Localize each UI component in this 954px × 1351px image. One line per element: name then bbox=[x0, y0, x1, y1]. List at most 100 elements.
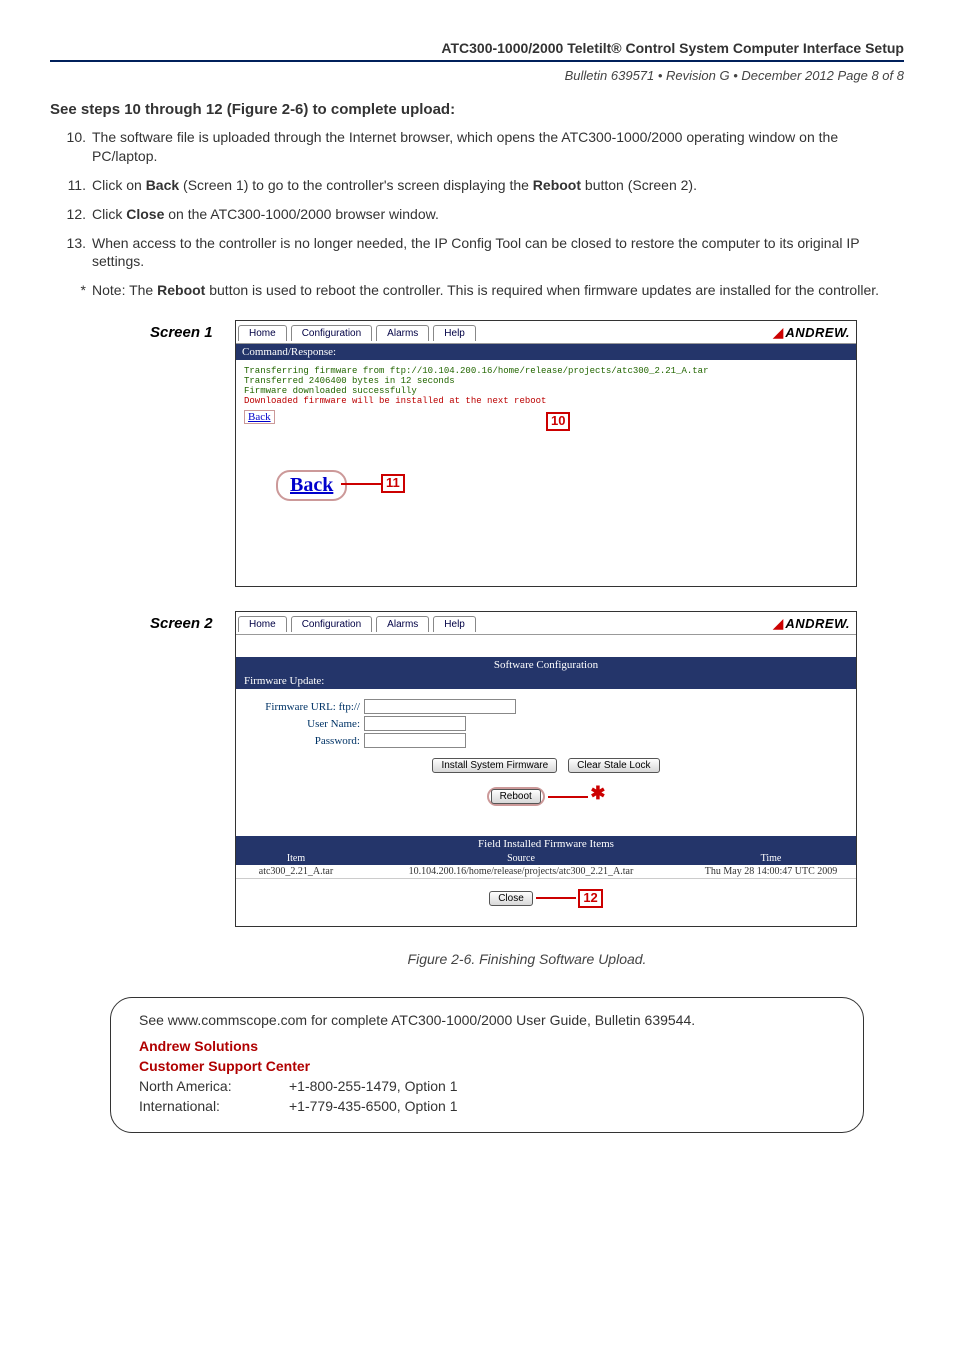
log-line-red: Downloaded firmware will be installed at… bbox=[244, 396, 848, 406]
callout-line bbox=[341, 483, 381, 485]
note-body: Note: The Reboot button is used to reboo… bbox=[92, 281, 904, 300]
callout-line bbox=[548, 796, 588, 798]
nav-config[interactable]: Configuration bbox=[291, 616, 372, 632]
footer-box: See www.commscope.com for complete ATC30… bbox=[110, 997, 864, 1133]
footer-intl-label: International: bbox=[139, 1098, 289, 1114]
screen-1-label: Screen 1 bbox=[150, 320, 235, 341]
step-number: 13. bbox=[50, 234, 92, 272]
nav-alarms[interactable]: Alarms bbox=[376, 325, 429, 341]
logo-text: ANDREW. bbox=[785, 616, 856, 631]
nav-tabs: Home Configuration Alarms Help bbox=[236, 323, 478, 341]
figure-caption: Figure 2-6. Finishing Software Upload. bbox=[150, 951, 904, 967]
col-item: Item bbox=[236, 852, 356, 865]
fw-url-row: Firmware URL: ftp:// bbox=[250, 699, 842, 714]
fw-table-row: atc300_2.21_A.tar 10.104.200.16/home/rel… bbox=[236, 865, 856, 879]
software-config-bar: Software Configuration bbox=[236, 657, 856, 673]
user-label: User Name: bbox=[250, 718, 364, 730]
doc-header-title: ATC300-1000/2000 Teletilt® Control Syste… bbox=[50, 40, 904, 60]
text: Click on bbox=[92, 177, 146, 193]
nav-config[interactable]: Configuration bbox=[291, 325, 372, 341]
reboot-button[interactable]: Reboot bbox=[491, 789, 541, 804]
callout-12: 12 bbox=[578, 889, 602, 907]
pass-label: Password: bbox=[250, 735, 364, 747]
firmware-form: Firmware URL: ftp:// User Name: Password… bbox=[236, 689, 856, 836]
step-12: 12. Click Close on the ATC300-1000/2000 … bbox=[50, 205, 904, 224]
footer-na-value: +1-800-255-1479, Option 1 bbox=[289, 1078, 458, 1094]
log-line: Firmware downloaded successfully bbox=[244, 386, 848, 396]
back-link-big[interactable]: Back bbox=[276, 470, 347, 501]
step-number: 11. bbox=[50, 176, 92, 195]
close-row: Close 12 bbox=[236, 879, 856, 925]
step-number: 10. bbox=[50, 128, 92, 166]
note-star: * bbox=[50, 281, 92, 300]
footer-guide-line: See www.commscope.com for complete ATC30… bbox=[139, 1012, 835, 1028]
text: on the ATC300-1000/2000 browser window. bbox=[164, 206, 438, 222]
back-link-small[interactable]: Back bbox=[244, 410, 275, 424]
step-13: 13. When access to the controller is no … bbox=[50, 234, 904, 272]
user-input[interactable] bbox=[364, 716, 466, 731]
log-line: Transferring firmware from ftp://10.104.… bbox=[244, 366, 848, 376]
callout-10: 10 bbox=[546, 412, 570, 430]
screen-2-label: Screen 2 bbox=[150, 611, 235, 632]
logo-swoosh-icon: ◢ bbox=[773, 324, 786, 340]
button-row-2: Reboot ✱ bbox=[250, 783, 842, 806]
nav-home[interactable]: Home bbox=[238, 325, 287, 341]
nav-tabs: Home Configuration Alarms Help bbox=[236, 614, 478, 632]
field-installed-bar: Field Installed Firmware Items bbox=[236, 836, 856, 852]
text: Click bbox=[92, 206, 126, 222]
doc-header-meta: Bulletin 639571 • Revision G • December … bbox=[50, 68, 904, 83]
footer-na: North America: +1-800-255-1479, Option 1 bbox=[139, 1078, 835, 1094]
button-row-1: Install System Firmware Clear Stale Lock bbox=[250, 758, 842, 773]
nav-alarms[interactable]: Alarms bbox=[376, 616, 429, 632]
star-icon: ✱ bbox=[590, 783, 605, 803]
col-source: Source bbox=[356, 852, 686, 865]
clear-stale-lock-button[interactable]: Clear Stale Lock bbox=[568, 758, 659, 773]
cell-item: atc300_2.21_A.tar bbox=[236, 865, 356, 878]
install-firmware-button[interactable]: Install System Firmware bbox=[432, 758, 557, 773]
close-button[interactable]: Close bbox=[489, 891, 533, 906]
screen-2-row: Screen 2 Home Configuration Alarms Help … bbox=[150, 611, 904, 926]
andrew-logo: ◢ANDREW. bbox=[773, 324, 856, 341]
reboot-bold: Reboot bbox=[157, 282, 205, 298]
step-10: 10. The software file is uploaded throug… bbox=[50, 128, 904, 166]
fw-url-input[interactable] bbox=[364, 699, 516, 714]
reboot-highlight: Reboot bbox=[487, 787, 545, 806]
nav-home[interactable]: Home bbox=[238, 616, 287, 632]
back-bold: Back bbox=[146, 177, 179, 193]
step-body: When access to the controller is no long… bbox=[92, 234, 904, 272]
text: button is used to reboot the controller.… bbox=[205, 282, 879, 298]
screen-1-box: Home Configuration Alarms Help ◢ANDREW. … bbox=[235, 320, 857, 587]
logo-swoosh-icon: ◢ bbox=[773, 615, 786, 631]
footer-andrew: Andrew Solutions bbox=[139, 1038, 835, 1054]
figure-2-6: Screen 1 Home Configuration Alarms Help … bbox=[150, 320, 904, 966]
nav-help[interactable]: Help bbox=[433, 325, 476, 341]
step-number: 12. bbox=[50, 205, 92, 224]
callout-11: 11 bbox=[381, 474, 405, 492]
step-11: 11. Click on Back (Screen 1) to go to th… bbox=[50, 176, 904, 195]
text: button (Screen 2). bbox=[581, 177, 697, 193]
firmware-update-bar: Firmware Update: bbox=[236, 673, 856, 689]
logo-text: ANDREW. bbox=[785, 325, 856, 340]
section-heading: See steps 10 through 12 (Figure 2-6) to … bbox=[50, 101, 904, 118]
step-body: The software file is uploaded through th… bbox=[92, 128, 904, 166]
close-bold: Close bbox=[126, 206, 164, 222]
footer-csc: Customer Support Center bbox=[139, 1058, 835, 1074]
nav-bar: Home Configuration Alarms Help ◢ANDREW. bbox=[236, 321, 856, 344]
footer-intl-value: +1-779-435-6500, Option 1 bbox=[289, 1098, 458, 1114]
screen-2-box: Home Configuration Alarms Help ◢ANDREW. … bbox=[235, 611, 857, 926]
screen-1-row: Screen 1 Home Configuration Alarms Help … bbox=[150, 320, 904, 587]
screen-1-body: Transferring firmware from ftp://10.104.… bbox=[236, 360, 856, 586]
screen-2-body: Software Configuration Firmware Update: … bbox=[236, 635, 856, 925]
footer-na-label: North America: bbox=[139, 1078, 289, 1094]
nav-help[interactable]: Help bbox=[433, 616, 476, 632]
log-line: Transferred 2406400 bytes in 12 seconds bbox=[244, 376, 848, 386]
cell-time: Thu May 28 14:00:47 UTC 2009 bbox=[686, 865, 856, 878]
step-body: Click Close on the ATC300-1000/2000 brow… bbox=[92, 205, 904, 224]
pass-input[interactable] bbox=[364, 733, 466, 748]
text: (Screen 1) to go to the controller's scr… bbox=[179, 177, 533, 193]
command-response-bar: Command/Response: bbox=[236, 344, 856, 360]
note: * Note: The Reboot button is used to reb… bbox=[50, 281, 904, 300]
callout-line bbox=[536, 897, 576, 899]
nav-bar: Home Configuration Alarms Help ◢ANDREW. bbox=[236, 612, 856, 635]
col-time: Time bbox=[686, 852, 856, 865]
